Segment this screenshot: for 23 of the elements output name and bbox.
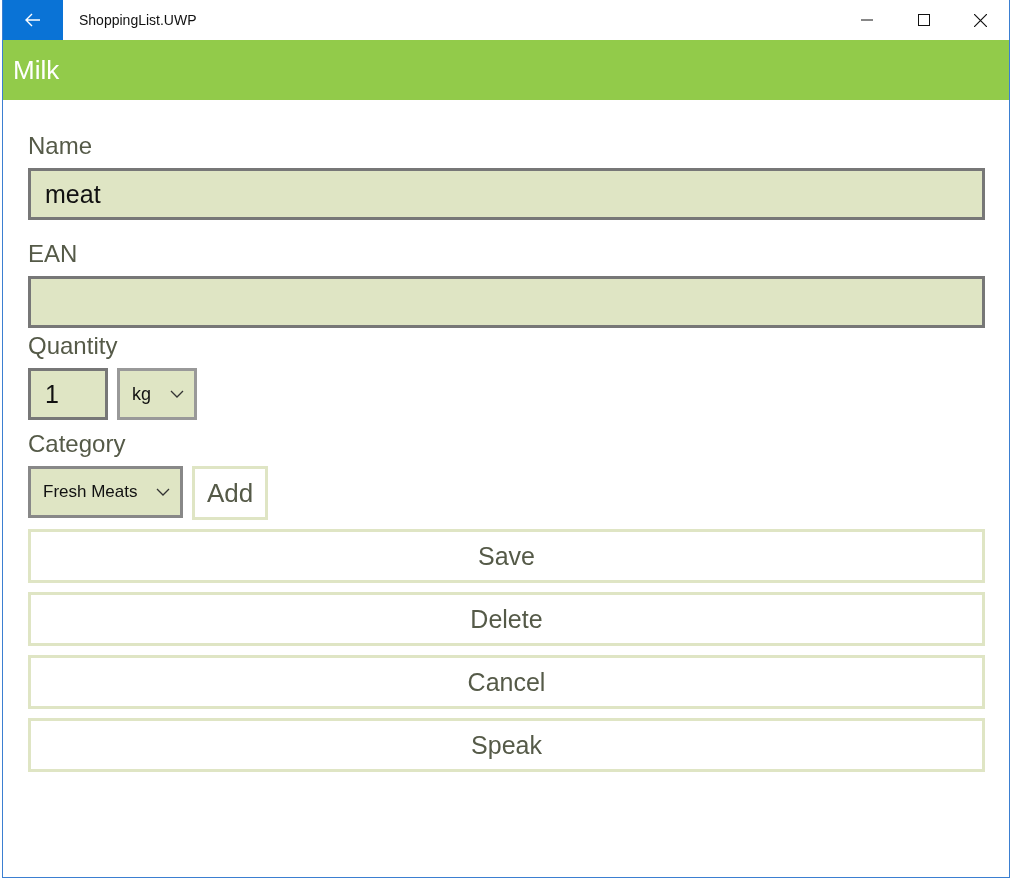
minimize-icon (860, 19, 873, 21)
unit-dropdown[interactable]: kg (117, 368, 197, 420)
chevron-down-icon (156, 488, 170, 496)
add-button[interactable]: Add (192, 466, 269, 520)
field-label: Name (28, 132, 93, 160)
action-button[interactable]: Speak (28, 718, 985, 772)
back-button[interactable] (3, 0, 63, 40)
field-label: Quantity (28, 332, 118, 360)
chevron-down-icon (170, 390, 184, 398)
window-title: ShoppingList.UWP (79, 12, 198, 28)
maximize-icon (917, 14, 930, 26)
close-icon (974, 13, 987, 27)
action-button[interactable]: Save (28, 529, 985, 583)
category-dropdown[interactable]: Fresh Meats (28, 466, 183, 518)
quantity-field[interactable]: 1 (28, 368, 108, 420)
back-arrow-icon (25, 13, 41, 27)
action-button[interactable]: Delete (28, 592, 985, 646)
input-field[interactable]: meat (28, 168, 985, 220)
action-button[interactable]: Cancel (28, 655, 985, 709)
page-title: Milk (13, 54, 60, 86)
field-label: EAN (28, 240, 78, 268)
field-label: Category (28, 430, 126, 458)
input-field[interactable] (28, 276, 985, 328)
